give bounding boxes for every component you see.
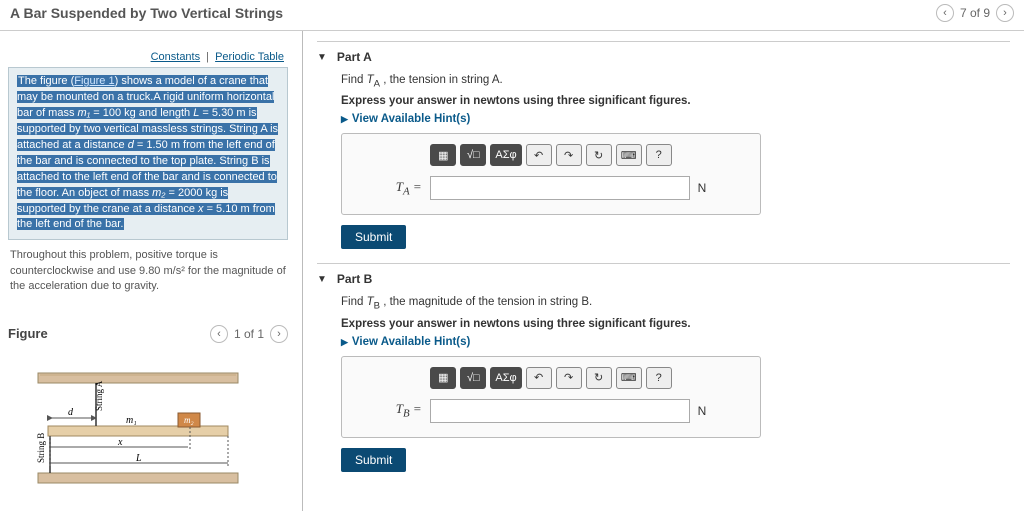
caret-right-icon: ▶ [341,337,348,347]
l-label: L [135,453,142,464]
page-indicator: 7 of 9 [960,6,990,20]
reset-icon[interactable]: ↻ [586,367,612,389]
reference-links: Constants | Periodic Table [12,51,284,63]
keyboard-icon[interactable]: ⌨ [616,367,642,389]
reset-icon[interactable]: ↻ [586,144,612,166]
part-b-body: Find TB , the magnitude of the tension i… [317,290,1010,475]
part-a-hints-toggle[interactable]: ▶View Available Hint(s) [341,113,1010,125]
keyboard-icon[interactable]: ⌨ [616,144,642,166]
part-b-toolbar: ▦ √□ ΑΣφ ↶ ↷ ↻ ⌨ ? [354,367,748,389]
part-a-instruction: Express your answer in newtons using thr… [341,95,1010,107]
part-b-answer-box: ▦ √□ ΑΣφ ↶ ↷ ↻ ⌨ ? TB = N [341,356,761,438]
figure-heading: Figure [8,326,48,341]
part-a-unit: N [698,181,707,195]
page-pager: ‹ 7 of 9 › [936,4,1014,22]
part-a-body: Find TA , the tension in string A. Expre… [317,68,1010,253]
caret-down-icon: ▼ [317,274,327,285]
constants-link[interactable]: Constants [151,51,201,63]
part-a-variable: TA = [396,179,422,198]
string-b-label: String B [36,432,46,462]
undo-icon[interactable]: ↶ [526,367,552,389]
x-label: x [117,437,123,448]
problem-note: Throughout this problem, positive torque… [10,248,286,294]
prev-page-button[interactable]: ‹ [936,4,954,22]
figure-link[interactable]: Figure 1 [74,75,114,87]
caret-down-icon: ▼ [317,52,327,63]
help-icon[interactable]: ? [646,367,672,389]
part-b-title: Part B [337,272,372,286]
figure-indicator: 1 of 1 [234,327,264,341]
part-b-header[interactable]: ▼ Part B [317,263,1010,290]
part-a-header[interactable]: ▼ Part A [317,41,1010,68]
part-b-instruction: Express your answer in newtons using thr… [341,318,1010,330]
left-column: Constants | Periodic Table The figure (F… [0,31,303,511]
part-b-submit-button[interactable]: Submit [341,448,406,472]
part-b-hints-toggle[interactable]: ▶View Available Hint(s) [341,336,1010,348]
string-a-label: String A [94,380,104,411]
undo-icon[interactable]: ↶ [526,144,552,166]
part-a-answer-box: ▦ √□ ΑΣφ ↶ ↷ ↻ ⌨ ? TA = N [341,133,761,215]
part-a-title: Part A [337,50,372,64]
fraction-icon[interactable]: √□ [460,144,486,166]
redo-icon[interactable]: ↷ [556,144,582,166]
greek-icon[interactable]: ΑΣφ [490,144,521,166]
next-page-button[interactable]: › [996,4,1014,22]
m1-label: m₁ [126,415,137,426]
part-b-unit: N [698,404,707,418]
page-title: A Bar Suspended by Two Vertical Strings [10,5,283,21]
part-b-answer-input[interactable] [430,399,690,423]
templates-icon[interactable]: ▦ [430,367,456,389]
caret-right-icon: ▶ [341,114,348,124]
figure-prev-button[interactable]: ‹ [210,325,228,343]
figure-next-button[interactable]: › [270,325,288,343]
figure-pager: ‹ 1 of 1 › [210,325,288,343]
redo-icon[interactable]: ↷ [556,367,582,389]
part-a-submit-button[interactable]: Submit [341,225,406,249]
part-a-toolbar: ▦ √□ ΑΣφ ↶ ↷ ↻ ⌨ ? [354,144,748,166]
templates-icon[interactable]: ▦ [430,144,456,166]
figure-image: String A String B m₂ m₁ d x L [8,363,288,506]
help-icon[interactable]: ? [646,144,672,166]
right-column: ▼ Part A Find TA , the tension in string… [303,31,1024,511]
periodic-table-link[interactable]: Periodic Table [215,51,284,63]
m2-label: m₂ [184,415,194,425]
d-label: d [68,407,74,418]
part-a-prompt: Find TA , the tension in string A. [341,74,1010,89]
top-bar: A Bar Suspended by Two Vertical Strings … [0,0,1024,31]
figure-header: Figure ‹ 1 of 1 › [8,325,288,343]
greek-icon[interactable]: ΑΣφ [490,367,521,389]
problem-statement: The figure (Figure 1) shows a model of a… [8,67,288,240]
part-b-prompt: Find TB , the magnitude of the tension i… [341,296,1010,311]
part-a-answer-input[interactable] [430,176,690,200]
fraction-icon[interactable]: √□ [460,367,486,389]
part-b-variable: TB = [396,401,422,420]
